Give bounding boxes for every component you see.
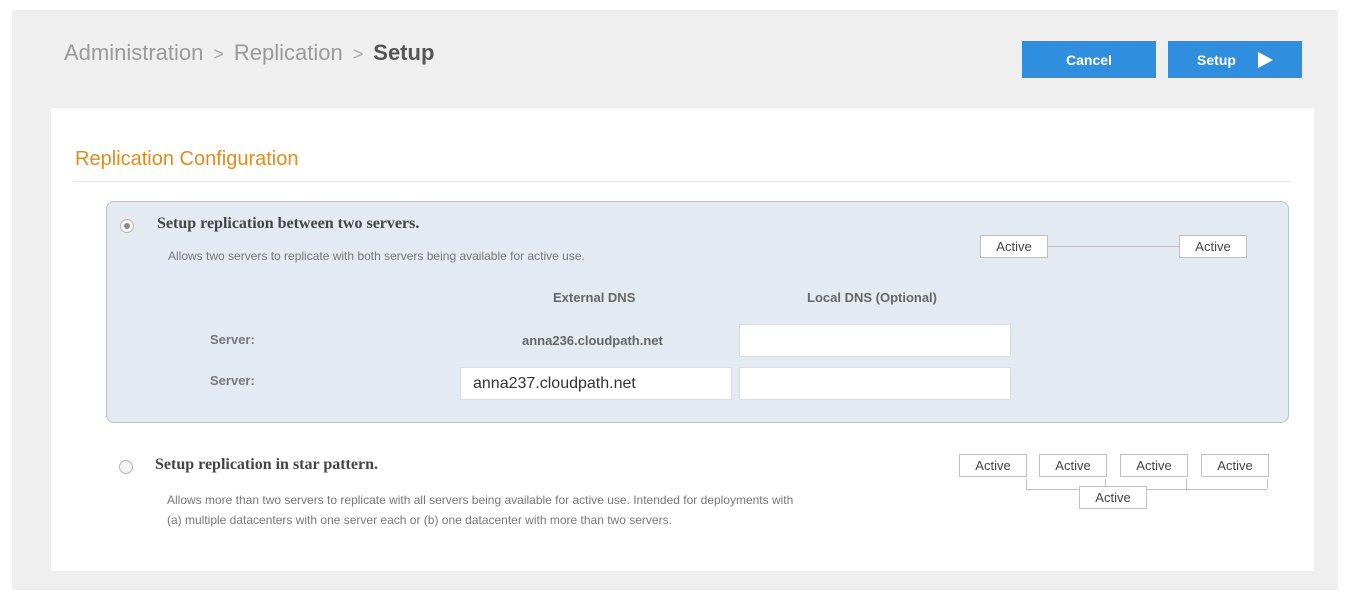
two-servers-radio[interactable]: [120, 219, 134, 233]
star-connector: [1267, 479, 1268, 489]
server-label-2: Server:: [210, 373, 255, 388]
breadcrumb-replication[interactable]: Replication: [234, 40, 343, 65]
local-dns-header: Local DNS (Optional): [807, 290, 937, 305]
star-pattern-radio[interactable]: [119, 460, 133, 474]
diagram-node-active: Active: [1179, 235, 1247, 258]
external-dns-header: External DNS: [553, 290, 636, 305]
server-1-local-dns-input[interactable]: [739, 324, 1011, 357]
two-servers-description: Allows two servers to replicate with bot…: [168, 249, 585, 263]
breadcrumb-administration[interactable]: Administration: [64, 40, 203, 65]
star-pattern-title: Setup replication in star pattern.: [155, 456, 378, 473]
star-node-active: Active: [1120, 454, 1188, 477]
setup-button-label: Setup: [1197, 51, 1236, 68]
page-background: Administration > Replication > Setup Cancel …: [12, 10, 1338, 590]
star-node-active: Active: [1201, 454, 1269, 477]
server-label-1: Server:: [210, 332, 255, 347]
star-node-active: Active: [959, 454, 1027, 477]
play-icon: [1257, 51, 1273, 68]
server-2-local-dns-input[interactable]: [739, 367, 1011, 400]
star-pattern-description-line2: (a) multiple datacenters with one server…: [167, 513, 672, 527]
star-node-active: Active: [1039, 454, 1107, 477]
server-1-external-dns: anna236.cloudpath.net: [522, 333, 663, 348]
setup-button[interactable]: Setup: [1168, 41, 1302, 78]
diagram-node-active: Active: [980, 235, 1048, 258]
section-title: Replication Configuration: [75, 148, 299, 170]
cancel-button-label: Cancel: [1066, 51, 1112, 68]
star-pattern-description-line1: Allows more than two servers to replicat…: [167, 493, 794, 507]
server-2-external-dns-input[interactable]: [460, 367, 732, 400]
section-divider: [73, 181, 1291, 182]
two-servers-title: Setup replication between two servers.: [157, 215, 420, 232]
star-connector: [1186, 479, 1187, 489]
breadcrumb-current: Setup: [373, 40, 435, 65]
star-node-center: Active: [1079, 486, 1147, 509]
star-pattern-description: Allows more than two servers to replicat…: [167, 490, 967, 530]
diagram-connector: [1048, 246, 1179, 247]
replication-config-card: Replication Configuration Setup replicat…: [51, 108, 1314, 571]
star-connector: [1026, 479, 1027, 489]
breadcrumb-separator: >: [213, 44, 224, 64]
option-two-servers-panel[interactable]: Setup replication between two servers. A…: [106, 201, 1289, 423]
breadcrumb-separator: >: [352, 44, 364, 64]
cancel-button[interactable]: Cancel: [1022, 41, 1156, 78]
breadcrumb: Administration > Replication > Setup: [64, 40, 434, 66]
